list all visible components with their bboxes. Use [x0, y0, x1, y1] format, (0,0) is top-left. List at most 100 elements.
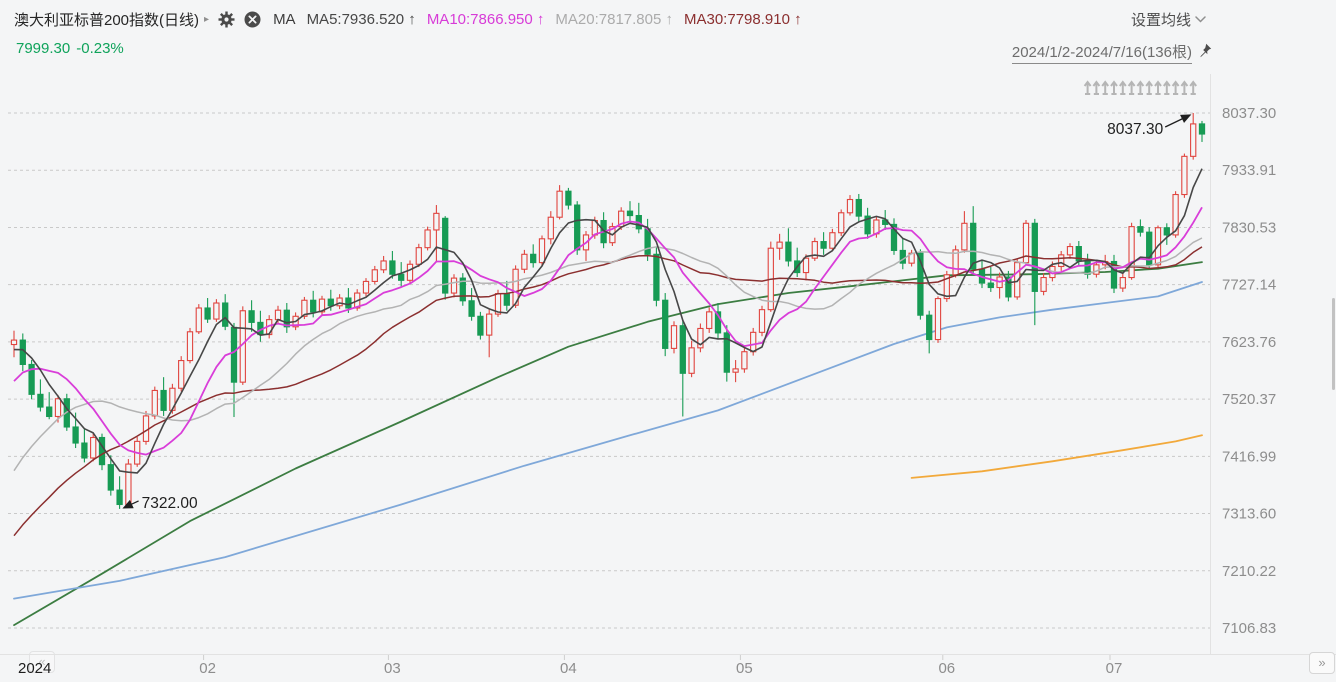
candle-body	[47, 407, 52, 416]
candle-body	[847, 200, 852, 213]
x-axis-label: 07	[1106, 660, 1123, 677]
candle-body	[196, 308, 201, 332]
price-annotation: 8037.30	[1107, 121, 1163, 138]
candle-body	[962, 223, 967, 250]
x-axis-label: 2024	[18, 660, 51, 677]
event-marker-icon	[1085, 82, 1091, 94]
event-marker-icon	[1137, 82, 1143, 94]
candle-body	[11, 340, 16, 344]
candle-body	[1059, 255, 1064, 267]
candle-body	[1199, 124, 1204, 134]
candle-body	[1164, 228, 1169, 235]
ma-legend: MA5:7936.520 ↑MA10:7866.950 ↑MA20:7817.8…	[296, 11, 802, 28]
candle-body	[451, 278, 456, 293]
event-marker-icon	[1155, 82, 1161, 94]
stock-chart-screen: 澳大利亚标普200指数(日线) ▸ MA MA5:7936.520 ↑MA10:	[0, 0, 1336, 682]
candle-body	[927, 315, 932, 339]
candle-body	[117, 490, 122, 504]
candle-body	[469, 301, 474, 316]
candle-body	[830, 233, 835, 248]
pin-icon[interactable]	[1197, 43, 1212, 63]
candle-body	[390, 261, 395, 274]
candle-body	[566, 191, 571, 205]
ma-line-ma250	[912, 435, 1202, 478]
candle-body	[733, 369, 738, 372]
candle-body	[311, 300, 316, 312]
event-marker-icon	[1129, 82, 1135, 94]
candle-body	[751, 332, 756, 351]
event-marker-icon	[1181, 82, 1187, 94]
candle-body	[275, 310, 280, 319]
y-axis-label: 7416.99	[1222, 448, 1276, 465]
event-marker-icon	[1102, 82, 1108, 94]
candle-body	[38, 394, 43, 407]
candle-body	[73, 427, 78, 443]
x-axis-label: 04	[560, 660, 577, 677]
candle-body	[363, 281, 368, 293]
candle-body	[91, 438, 96, 458]
y-axis-label: 7313.60	[1222, 506, 1276, 523]
x-axis-label: 06	[938, 660, 955, 677]
candle-body	[680, 326, 685, 374]
event-marker-icon	[1093, 82, 1099, 94]
candle-body	[443, 218, 448, 293]
chevron-down-icon	[1195, 16, 1206, 23]
ma-legend-item: MA20:7817.805 ↑	[555, 11, 673, 28]
x-axis-label: 02	[199, 660, 216, 677]
event-marker-icon	[1190, 82, 1196, 94]
ma-group-label: MA	[273, 11, 296, 28]
candle-body	[663, 300, 668, 348]
candle-body	[416, 248, 421, 265]
candle-body	[1067, 247, 1072, 255]
candle-body	[575, 205, 580, 250]
candle-body	[223, 303, 228, 326]
ma-settings-label: 设置均线	[1131, 9, 1191, 30]
candle-body	[487, 314, 492, 335]
candle-body	[522, 254, 527, 269]
candle-body	[205, 308, 210, 319]
candle-body	[231, 327, 236, 382]
event-marker-icon	[1164, 82, 1170, 94]
candle-body	[707, 312, 712, 329]
candle-body	[1085, 261, 1090, 274]
candle-body	[988, 283, 993, 287]
y-axis-label: 7727.14	[1222, 277, 1276, 294]
candle-body	[328, 299, 333, 306]
last-price: 7999.30	[16, 40, 70, 57]
candle-body	[786, 242, 791, 261]
close-icon[interactable]	[244, 11, 261, 28]
date-range-label[interactable]: 2024/1/2-2024/7/16(136根)	[1012, 41, 1192, 64]
event-marker-icon	[1146, 82, 1152, 94]
ma-line-ma5	[14, 169, 1202, 473]
pan-right-button[interactable]: »	[1309, 652, 1335, 674]
candle-body	[179, 361, 184, 389]
candle-body	[627, 211, 632, 215]
y-axis-label: 7106.83	[1222, 620, 1276, 637]
candle-body	[1129, 227, 1134, 278]
candle-body	[55, 399, 60, 417]
instrument-title[interactable]: 澳大利亚标普200指数(日线)	[14, 9, 199, 30]
candle-body	[654, 254, 659, 300]
candle-body	[425, 230, 430, 248]
candle-body	[399, 274, 404, 280]
candle-body	[777, 242, 782, 248]
candlestick-chart[interactable]: 8037.307933.917830.537727.147623.767520.…	[0, 0, 1336, 682]
candle-body	[187, 332, 192, 361]
candle-body	[1138, 227, 1143, 233]
ma-settings-dropdown[interactable]: 设置均线	[1131, 9, 1206, 30]
chart-header: 澳大利亚标普200指数(日线) ▸ MA MA5:7936.520 ↑MA10:	[14, 7, 802, 31]
candle-body	[1191, 124, 1196, 156]
date-range-group: 2024/1/2-2024/7/16(136根)	[1012, 41, 1212, 64]
y-axis-label: 7520.37	[1222, 391, 1276, 408]
candle-body	[249, 311, 254, 323]
candle-body	[126, 464, 131, 504]
candle-body	[935, 299, 940, 340]
expand-triangle-icon[interactable]: ▸	[204, 14, 209, 25]
y-axis-label: 8037.30	[1222, 105, 1276, 122]
candle-body	[99, 438, 104, 465]
price-annotation: 7322.00	[142, 495, 198, 512]
gear-icon[interactable]	[218, 11, 235, 28]
candle-body	[214, 303, 219, 319]
candle-body	[645, 229, 650, 254]
event-marker-icon	[1173, 82, 1179, 94]
